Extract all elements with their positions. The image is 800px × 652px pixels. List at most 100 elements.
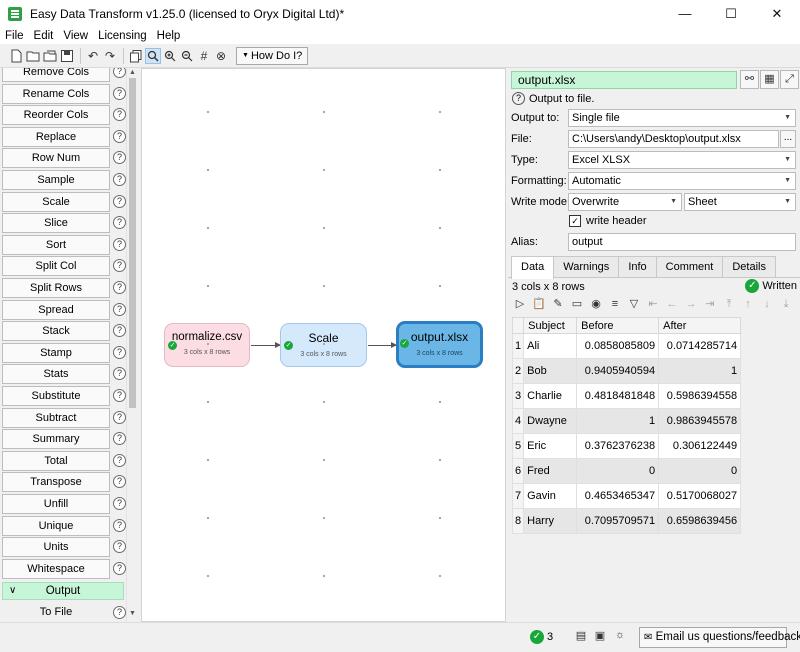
table-row[interactable]: 1 Ali 0.0858085809 0.0714285714 [511,333,742,359]
help-icon[interactable]: ? [512,92,525,105]
table-cell[interactable]: 0.9405940594 [576,358,660,384]
redo-icon[interactable]: ↷ [102,48,118,64]
left-arrow-icon[interactable]: ← [664,296,680,312]
open-folder-icon[interactable] [25,48,41,64]
menu-view[interactable]: View [58,30,93,42]
transform-button[interactable]: Stats [2,364,110,385]
grid-icon[interactable]: # [196,48,212,64]
transforms-scrollbar[interactable]: ▲ ▼ [126,68,137,622]
help-icon[interactable]: ? [113,606,126,619]
table-row[interactable]: 8 Harry 0.7095709571 0.6598639456 [511,508,742,534]
table-cell[interactable]: Ali [523,333,578,359]
table-cell[interactable]: Harry [523,508,578,534]
table-cell[interactable]: Dwayne [523,408,578,434]
help-icon[interactable]: ? [113,410,126,424]
transform-button[interactable]: Split Col [2,256,110,277]
table-cell[interactable]: Eric [523,433,578,459]
first-column-icon[interactable]: ⇤ [645,296,661,312]
minimize-button[interactable]: — [662,0,708,27]
data-table[interactable]: Subject Before After 1 Ali 0.0858085809 0.0… [511,317,742,534]
scroll-down-icon[interactable]: ▼ [128,610,137,617]
transform-button[interactable]: Subtract [2,407,110,428]
transform-button[interactable]: Summary [2,429,110,450]
help-icon[interactable]: ? [113,151,126,165]
transform-button[interactable]: Split Rows [2,278,110,298]
column-header[interactable]: After [658,317,742,334]
help-icon[interactable]: ? [113,540,126,554]
table-cell[interactable]: 0 [576,458,660,484]
help-icon[interactable]: ? [113,68,126,78]
table-row[interactable]: 4 Dwayne 1 0.9863945578 [511,408,742,434]
play-icon[interactable]: ▷ [512,296,528,312]
table-cell[interactable]: 0.5170068027 [658,483,742,509]
right-arrow-icon[interactable]: → [683,296,699,312]
last-column-icon[interactable]: ⇥ [702,296,718,312]
tab-details[interactable]: Details [722,256,776,277]
table-cell[interactable]: 0.7095709571 [576,508,660,534]
help-icon[interactable]: ? [113,129,126,143]
table-row[interactable]: 7 Gavin 0.4653465347 0.5170068027 [511,483,742,509]
table-cell[interactable]: Charlie [523,383,578,409]
open-icon[interactable] [42,48,58,64]
help-icon[interactable]: ? [113,281,126,294]
email-feedback-button[interactable]: ✉ Email us questions/feedback [639,627,800,648]
transform-button[interactable]: Unfill [2,494,110,514]
table-cell[interactable]: Bob [523,358,578,384]
formatting-select[interactable]: Automatic [568,172,796,190]
category-output[interactable]: ∨ Output [2,582,124,601]
help-icon[interactable]: ? [113,475,126,489]
menu-licensing[interactable]: Licensing [93,30,152,42]
table-cell[interactable]: 1 [576,408,660,434]
table-cell[interactable]: 0.0858085809 [576,333,660,359]
folder-icon[interactable]: ▭ [569,296,585,312]
transform-button[interactable]: Spread [2,299,110,320]
table-cell[interactable]: Fred [523,458,578,484]
search-icon[interactable] [145,47,161,64]
table-row[interactable]: 6 Fred 0 0 [511,458,742,484]
how-do-i-button[interactable]: ▼ How Do I? [236,46,309,65]
expand-icon[interactable]: ⤢ [780,70,799,89]
eye-icon[interactable]: ◉ [588,296,604,312]
help-icon[interactable]: ? [113,453,126,467]
help-icon[interactable]: ? [113,518,126,532]
sort-icon[interactable]: ≡ [607,296,623,312]
tab-warnings[interactable]: Warnings [553,256,620,277]
write-header-checkbox[interactable]: ✓ [569,215,581,227]
transform-button[interactable]: Reorder Cols [2,105,110,126]
transform-button[interactable]: To File [2,603,110,622]
down-arrow-icon[interactable]: ↓ [759,296,775,312]
zoom-in-icon[interactable] [162,48,178,64]
table-cell[interactable]: 0.9863945578 [658,408,742,434]
tab-comment[interactable]: Comment [655,256,724,277]
node-scale[interactable]: Scale 3 cols x 8 rows ✓ [280,323,367,367]
log-icon[interactable]: ▤ [572,629,590,645]
close-circle-icon[interactable]: ⊗ [213,48,229,64]
browse-button[interactable]: ... [780,130,796,148]
help-icon[interactable]: ? [113,237,126,251]
item-name-field[interactable]: output.xlsx [511,71,737,89]
help-icon[interactable]: ? [113,302,126,316]
edit-icon[interactable]: ✎ [550,296,566,312]
scroll-thumb[interactable] [129,78,136,408]
table-row[interactable]: 5 Eric 0.3762376238 0.306122449 [511,433,742,459]
up-arrow-icon[interactable]: ↑ [740,296,756,312]
transform-button[interactable]: Substitute [2,386,110,406]
zoom-out-icon[interactable] [179,48,195,64]
table-cell[interactable]: 0.306122449 [658,433,742,459]
help-icon[interactable]: ? [113,497,126,510]
alias-input[interactable]: output [568,233,796,251]
transform-button[interactable]: Stack [2,321,110,342]
table-cell[interactable]: Gavin [523,483,578,509]
transform-button[interactable]: Remove Cols [2,68,110,82]
table-cell[interactable]: 0.4653465347 [576,483,660,509]
help-icon[interactable]: ? [113,173,126,186]
output-to-select[interactable]: Single file [568,109,796,127]
transform-button[interactable]: Rename Cols [2,83,110,104]
transform-button[interactable]: Sample [2,170,110,190]
help-icon[interactable]: ? [113,432,126,446]
table-icon[interactable]: ▦ [760,70,779,89]
share-icon[interactable]: ⚯ [740,70,759,89]
close-button[interactable]: ✕ [754,0,800,27]
transform-button[interactable]: Scale [2,191,110,212]
transform-button[interactable]: Slice [2,213,110,234]
